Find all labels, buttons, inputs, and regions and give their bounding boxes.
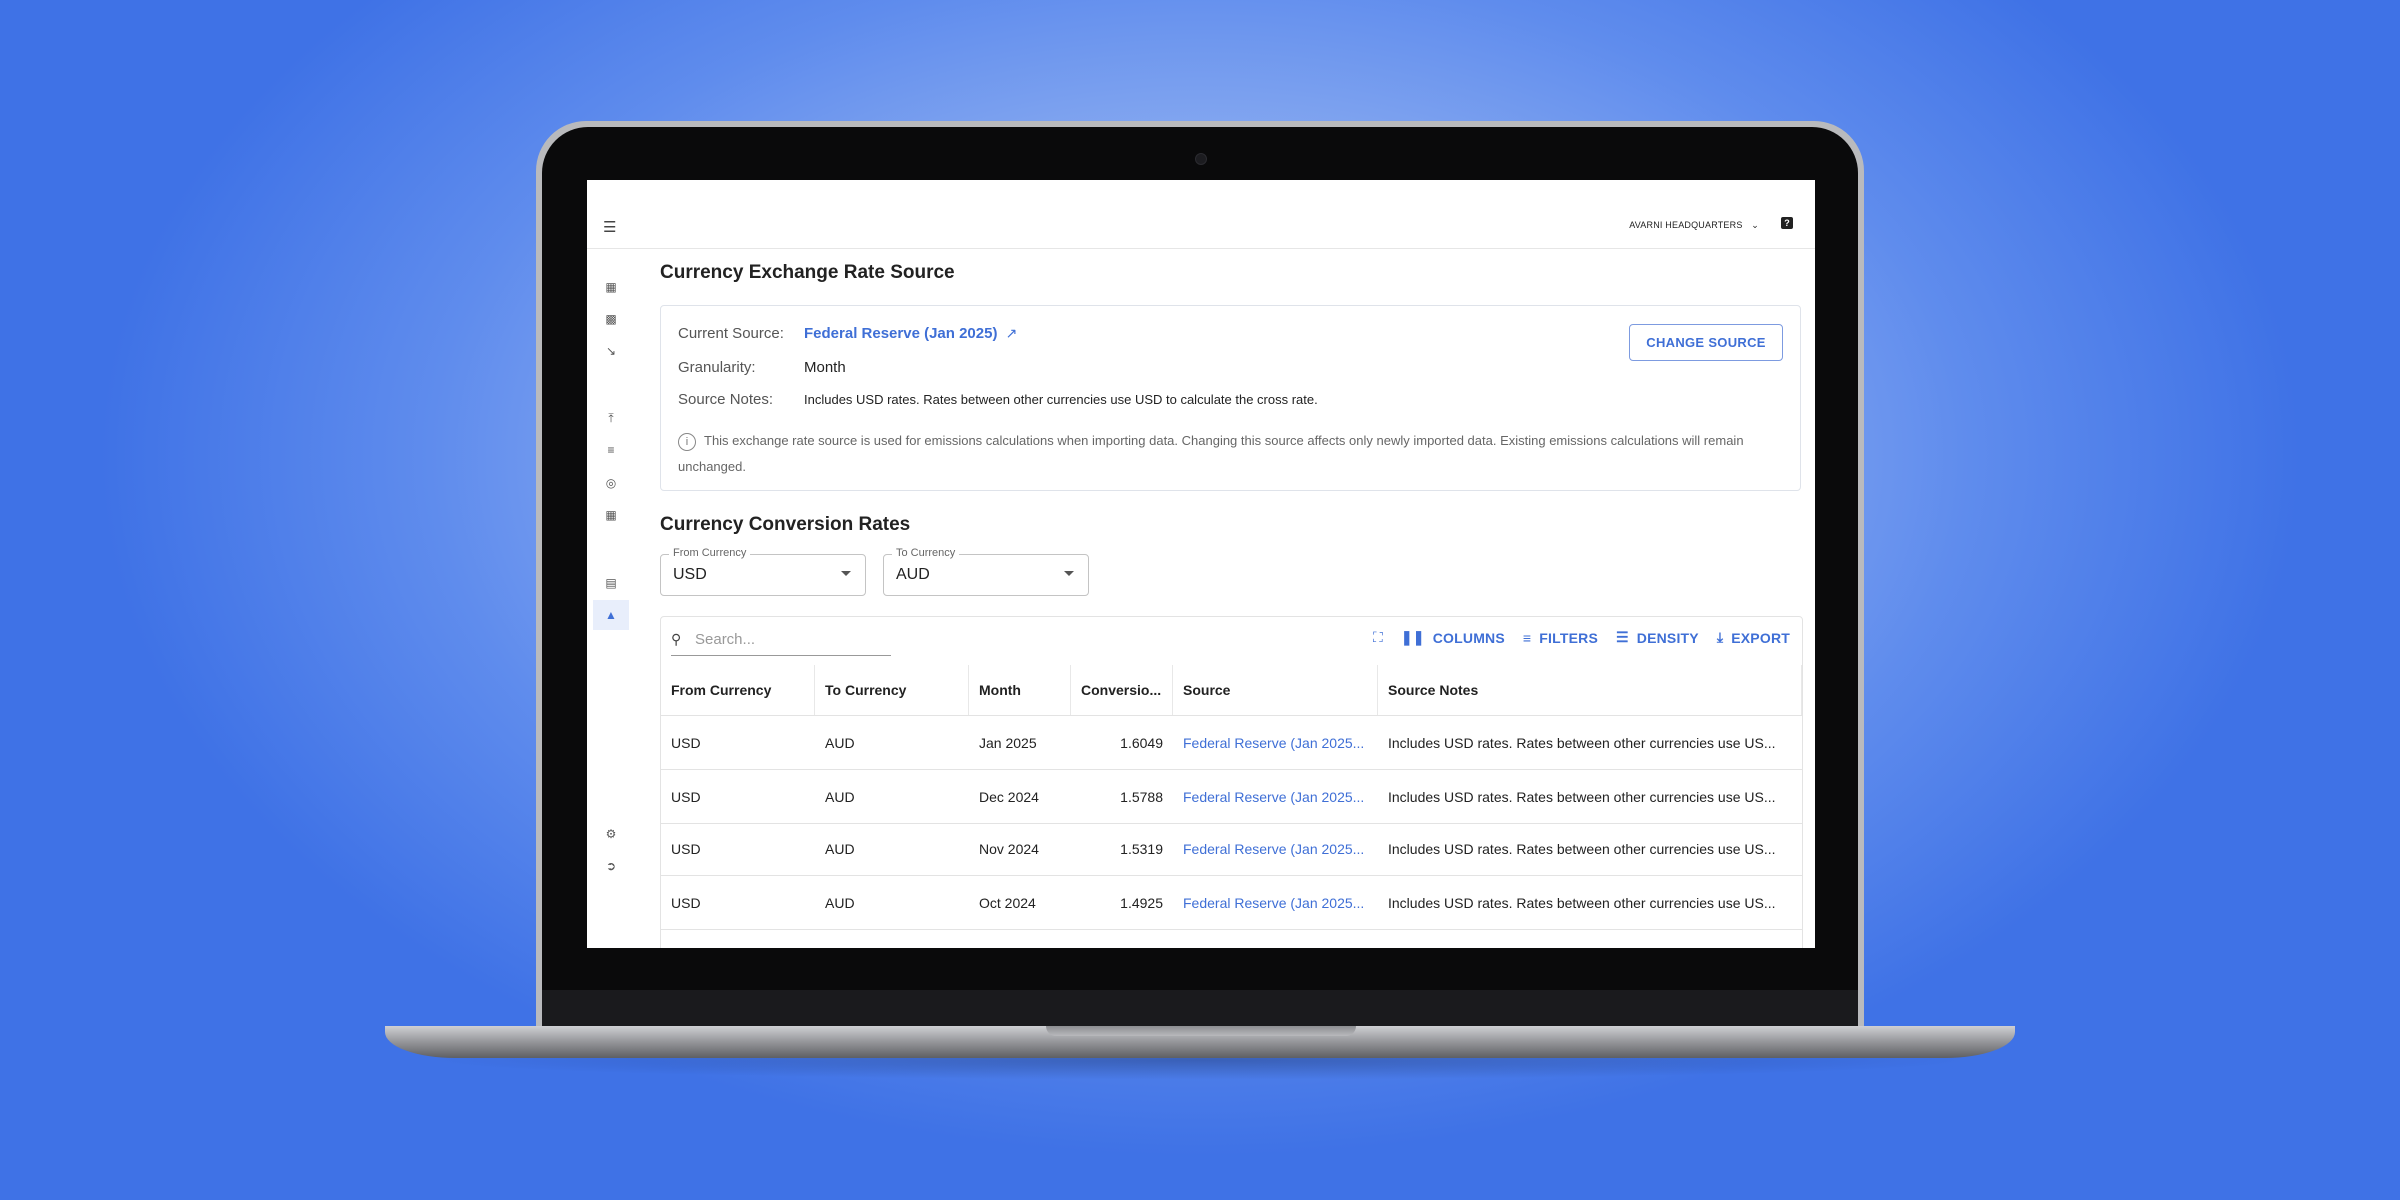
column-header-source-notes[interactable]: Source Notes <box>1378 665 1802 715</box>
app-screen: ☰ AVARNI HEADQUARTERS ⌄ ? ▦ ▩ ↘ ⤒ ≡ ◎ ▦ … <box>587 180 1815 948</box>
cell-to-currency: AUD <box>825 734 855 751</box>
cell-source-link[interactable]: Federal Reserve (Jan 2025... <box>1173 716 1378 769</box>
columns-icon: ❚❚ <box>1400 629 1425 645</box>
target-icon[interactable]: ◎ <box>593 468 629 498</box>
logout-icon[interactable]: ➲ <box>593 851 629 881</box>
density-button[interactable]: ☰ DENSITY <box>1616 629 1699 646</box>
info-icon: i <box>678 432 696 451</box>
column-header-to-currency[interactable]: To Currency <box>815 665 969 715</box>
from-currency-select[interactable]: From Currency USD <box>660 547 866 596</box>
cell-source-notes: Includes USD rates. Rates between other … <box>1388 734 1776 751</box>
cell-month: Jan 2025 <box>979 734 1037 751</box>
upload-icon[interactable]: ⤒ <box>593 403 629 433</box>
cell-conversion: 1.5788 <box>1120 788 1163 805</box>
top-bar: ☰ AVARNI HEADQUARTERS ⌄ ? <box>587 180 1815 249</box>
conversion-grid: ⚲ ⛶ ❚❚COLUMNS ≡FILTERS ☰DENSITY ⤓EXPORT … <box>660 616 1803 948</box>
info-text: This exchange rate source is used for em… <box>678 433 1744 474</box>
help-icon[interactable]: ? <box>1781 217 1793 229</box>
source-notes-label: Source Notes: <box>678 391 774 408</box>
filters-label: FILTERS <box>1539 629 1598 646</box>
granularity-label: Granularity: <box>678 359 756 376</box>
source-notes-value: Includes USD rates. Rates between other … <box>804 392 1318 407</box>
granularity-value: Month <box>804 359 846 376</box>
cell-conversion: 1.5319 <box>1120 840 1163 857</box>
trend-icon[interactable]: ↘ <box>593 336 629 366</box>
cell-conversion: 1.6049 <box>1120 734 1163 751</box>
dashboard-icon[interactable]: ▦ <box>593 272 629 302</box>
cell-source-notes: Includes USD rates. Rates between other … <box>1388 788 1776 805</box>
cell-conversion: 1.4925 <box>1120 894 1163 911</box>
cell-source-link[interactable]: Federal Reserve (Jan 2025... <box>1173 822 1378 875</box>
dropdown-caret-icon <box>1064 571 1074 576</box>
from-currency-value: USD <box>673 566 707 583</box>
settings-icon[interactable]: ⚙ <box>593 819 629 849</box>
column-header-from-currency[interactable]: From Currency <box>661 665 815 715</box>
column-header-source[interactable]: Source <box>1173 665 1378 715</box>
table-row[interactable]: USD AUD Jan 2025 1.6049 Federal Reserve … <box>661 716 1802 770</box>
current-source-label: Current Source: <box>678 325 784 342</box>
grid-search: ⚲ <box>671 627 891 656</box>
cell-to-currency: AUD <box>825 788 855 805</box>
sidebar: ▦ ▩ ↘ ⤒ ≡ ◎ ▦ ▤ ▲ ⚙ ➲ <box>587 248 635 948</box>
table-row[interactable]: USD AUD Nov 2024 1.5319 Federal Reserve … <box>661 822 1802 876</box>
source-card: Current Source: Federal Reserve (Jan 202… <box>660 305 1801 491</box>
to-currency-select[interactable]: To Currency AUD <box>883 547 1089 596</box>
export-button[interactable]: ⤓ EXPORT <box>1717 629 1790 646</box>
cell-source-link[interactable]: Federal Reserve (Jan 2025... <box>1173 876 1378 929</box>
to-currency-label: To Currency <box>892 547 960 559</box>
filters-button[interactable]: ≡ FILTERS <box>1523 630 1598 646</box>
source-section-title: Currency Exchange Rate Source <box>660 262 955 283</box>
column-header-conversion[interactable]: Conversio... <box>1071 665 1173 715</box>
laptop-notch <box>1046 1026 1356 1036</box>
clipboard-icon[interactable]: ▤ <box>593 568 629 598</box>
laptop-chin <box>542 990 1858 1028</box>
current-source-value: Federal Reserve (Jan 2025) ↗ <box>804 325 1017 342</box>
grid-toolbar: ⛶ ❚❚ COLUMNS ≡ FILTERS ☰ DENSITY ⤓ EXPORT <box>1373 629 1790 646</box>
cell-from-currency: USD <box>671 894 701 911</box>
to-currency-value: AUD <box>896 566 930 583</box>
cell-month: Dec 2024 <box>979 788 1039 805</box>
cell-month: Oct 2024 <box>979 894 1036 911</box>
org-name: AVARNI HEADQUARTERS <box>1629 220 1743 230</box>
dropdown-caret-icon <box>841 571 851 576</box>
camera-icon <box>1195 153 1207 165</box>
filter-icon: ≡ <box>1522 629 1532 646</box>
conversion-section-title: Currency Conversion Rates <box>660 514 911 535</box>
list-icon[interactable]: ≡ <box>593 435 629 465</box>
current-source-link[interactable]: Federal Reserve (Jan 2025) <box>804 325 997 342</box>
table-row[interactable]: USD AUD Dec 2024 1.5788 Federal Reserve … <box>661 770 1802 824</box>
cell-from-currency: USD <box>671 840 701 857</box>
cell-to-currency: AUD <box>825 840 855 857</box>
table-row[interactable]: USD AUD Oct 2024 1.4925 Federal Reserve … <box>661 876 1802 930</box>
change-source-button[interactable]: CHANGE SOURCE <box>1629 324 1783 361</box>
columns-label: COLUMNS <box>1432 629 1505 646</box>
density-label: DENSITY <box>1636 629 1699 646</box>
flask-icon[interactable]: ▲ <box>593 600 629 630</box>
search-input[interactable] <box>693 630 887 649</box>
org-switcher[interactable]: AVARNI HEADQUARTERS ⌄ <box>1629 220 1759 231</box>
column-header-month[interactable]: Month <box>969 665 1071 715</box>
cell-from-currency: USD <box>671 734 701 751</box>
download-icon: ⤓ <box>1716 629 1724 645</box>
search-icon: ⚲ <box>671 631 682 647</box>
external-link-icon[interactable]: ↗ <box>1006 325 1018 341</box>
cell-source-link[interactable]: Federal Reserve (Jan 2025... <box>1173 770 1378 823</box>
export-label: EXPORT <box>1731 629 1790 646</box>
density-icon: ☰ <box>1616 629 1629 645</box>
columns-button[interactable]: ❚❚ COLUMNS <box>1401 629 1505 646</box>
cell-from-currency: USD <box>671 788 701 805</box>
cell-source-notes: Includes USD rates. Rates between other … <box>1388 840 1776 857</box>
cell-to-currency: AUD <box>825 894 855 911</box>
info-note: i This exchange rate source is used for e… <box>678 428 1758 480</box>
fullscreen-icon[interactable]: ⛶ <box>1373 629 1383 646</box>
from-currency-label: From Currency <box>669 547 751 559</box>
chevron-down-icon: ⌄ <box>1751 220 1759 230</box>
menu-icon[interactable]: ☰ <box>603 218 616 236</box>
grid-header: From Currency To Currency Month Conversi… <box>661 665 1802 716</box>
cell-month: Nov 2024 <box>979 840 1039 857</box>
cell-source-notes: Includes USD rates. Rates between other … <box>1388 894 1776 911</box>
table-icon[interactable]: ▦ <box>593 500 629 530</box>
chart-icon[interactable]: ▩ <box>593 304 629 334</box>
